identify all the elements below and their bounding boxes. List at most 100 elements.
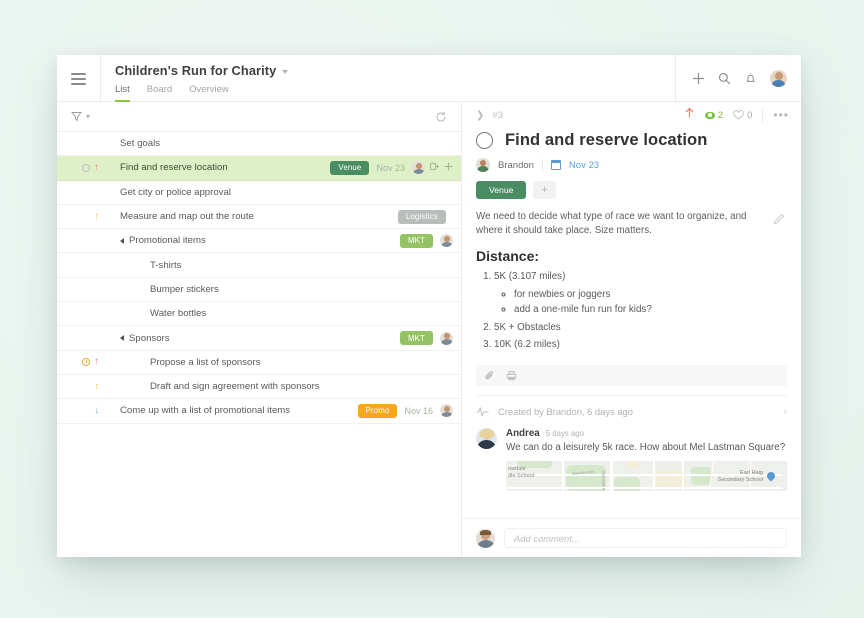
task-complete-toggle[interactable] [476, 132, 493, 149]
description-list: 5K (3.107 miles) for newbies or joggersad… [494, 270, 763, 352]
add-tag-button[interactable]: + [533, 181, 556, 199]
status-badge[interactable]: Logistics [397, 209, 446, 224]
row-gutter: ↓ [57, 405, 104, 416]
arrow-up-icon[interactable]: ↑ [94, 162, 99, 173]
arrow-up-icon[interactable]: ↑ [94, 211, 99, 222]
print-icon[interactable] [506, 370, 517, 381]
avatar[interactable] [412, 161, 425, 175]
table-row[interactable]: Bumper stickers [57, 278, 461, 303]
task-rows: Set goals ↑ Find and reserve location Venue… [57, 132, 461, 557]
avatar[interactable] [476, 427, 497, 449]
table-row[interactable]: ↑ Propose a list of sponsors [57, 351, 461, 375]
views-stat[interactable]: 2 [704, 110, 723, 121]
collapse-toggle-icon[interactable] [120, 237, 124, 244]
hamburger-icon [71, 72, 86, 85]
timer-icon[interactable] [82, 358, 90, 367]
table-row[interactable]: Promotional items MKT [57, 229, 461, 254]
content-area: ▾ Set goals ↑ Find and reserve location Ven… [57, 102, 801, 557]
table-row[interactable]: ↑ Measure and map out the route Logistics [57, 205, 461, 230]
arrow-down-icon[interactable]: ↓ [94, 405, 99, 416]
row-title: Get city or police approval [104, 187, 453, 198]
comment-item: Andrea 5 days ago We can do a leisurely … [476, 427, 787, 492]
collapse-toggle-icon[interactable] [120, 334, 124, 341]
filter-control[interactable]: ▾ [71, 111, 90, 122]
sub-list: for newbies or joggersadd a one-mile fun… [514, 287, 763, 317]
attachment-toolbar [476, 364, 787, 386]
table-row[interactable]: T-shirts [57, 253, 461, 278]
chevron-right-icon[interactable]: › [784, 406, 787, 417]
table-row[interactable]: ↑ Draft and sign agreement with sponsors [57, 375, 461, 400]
add-icon[interactable] [444, 162, 453, 174]
project-title-row[interactable]: Children's Run for Charity [115, 63, 675, 78]
assign-user-icon[interactable] [430, 162, 440, 174]
menu-button[interactable] [57, 55, 101, 102]
row-due-date[interactable]: Nov 23 [376, 163, 405, 173]
table-row[interactable]: Set goals [57, 132, 461, 157]
assignee-name[interactable]: Brandon [498, 160, 534, 171]
tab-overview[interactable]: Overview [189, 84, 229, 102]
bell-icon[interactable] [744, 72, 757, 85]
add-button[interactable] [692, 72, 705, 85]
task-complete-toggle[interactable] [82, 163, 90, 172]
row-due-date[interactable]: Nov 16 [404, 406, 433, 416]
task-title: Find and reserve location [505, 131, 708, 149]
row-label: Water bottles [150, 308, 207, 320]
row-gutter: ↑ [57, 162, 104, 173]
arrow-up-icon[interactable]: ↑ [94, 357, 99, 367]
pencil-icon[interactable] [773, 210, 787, 355]
row-title: Bumper stickers [104, 284, 453, 295]
tab-list[interactable]: List [115, 84, 130, 102]
avatar[interactable] [440, 234, 453, 248]
comment-body: Andrea 5 days ago We can do a leisurely … [506, 428, 787, 492]
table-row[interactable]: ↑ Find and reserve location Venue Nov 23 [57, 156, 461, 181]
row-label: Measure and map out the route [120, 211, 254, 223]
row-label: Promotional items [129, 235, 206, 247]
row-title: Come up with a list of promotional items [104, 405, 358, 416]
status-badge[interactable]: Venue [476, 181, 527, 199]
filter-bar: ▾ [57, 102, 461, 132]
status-badge[interactable]: Promo [357, 403, 398, 418]
status-badge[interactable]: MKT [399, 233, 433, 248]
likes-stat[interactable]: 0 [733, 110, 752, 121]
likes-count: 0 [747, 109, 753, 121]
avatar[interactable] [440, 404, 453, 418]
chevron-right-icon[interactable]: ❯ [476, 110, 484, 121]
map-thumbnail[interactable]: Ellerslie Ave Beecroft Rd owdale dle Sch… [506, 461, 787, 492]
row-title: T-shirts [104, 260, 453, 271]
table-row[interactable]: ↓ Come up with a list of promotional item… [57, 399, 461, 424]
tab-board[interactable]: Board [147, 84, 172, 102]
row-title: Draft and sign agreement with sponsors [104, 381, 453, 392]
task-list-panel: ▾ Set goals ↑ Find and reserve location Ven… [57, 102, 462, 557]
avatar[interactable] [476, 528, 495, 548]
row-label: Bumper stickers [150, 283, 219, 295]
comment-author[interactable]: Andrea [506, 428, 540, 439]
refresh-icon[interactable] [435, 111, 447, 123]
row-label: Sponsors [129, 332, 170, 344]
row-title: Measure and map out the route [104, 211, 398, 222]
table-row[interactable]: Sponsors MKT [57, 326, 461, 351]
arrow-up-icon[interactable]: ↑ [94, 381, 99, 392]
status-badge[interactable]: MKT [399, 331, 433, 346]
avatar[interactable] [770, 70, 787, 87]
search-icon[interactable] [718, 72, 731, 85]
avatar[interactable] [440, 331, 453, 345]
paperclip-icon[interactable] [484, 370, 495, 381]
detail-header-actions: 2 0 ••• [684, 106, 789, 124]
table-row[interactable]: Water bottles [57, 302, 461, 327]
sub-list-item: for newbies or joggers [514, 287, 763, 302]
assignee-avatar[interactable] [476, 158, 490, 172]
arrow-up-icon[interactable] [684, 106, 695, 124]
row-gutter: ↑ [57, 211, 104, 222]
comment-input[interactable]: Add comment... [504, 528, 787, 548]
detail-header: ❯ #3 2 0 ••• [462, 102, 801, 128]
more-options-button[interactable]: ••• [773, 108, 789, 122]
activity-row[interactable]: Created by Brandon, 6 days ago › [476, 394, 787, 417]
row-gutter: ↑ [57, 357, 104, 367]
detail-body: Find and reserve location Brandon Nov 23… [462, 128, 801, 518]
page-title: Children's Run for Charity [115, 63, 277, 78]
chevron-down-icon[interactable] [282, 69, 289, 74]
status-badge[interactable]: Venue [330, 160, 370, 175]
table-row[interactable]: Get city or police approval [57, 181, 461, 205]
row-label: Get city or police approval [120, 186, 231, 198]
due-date[interactable]: Nov 23 [569, 160, 599, 171]
